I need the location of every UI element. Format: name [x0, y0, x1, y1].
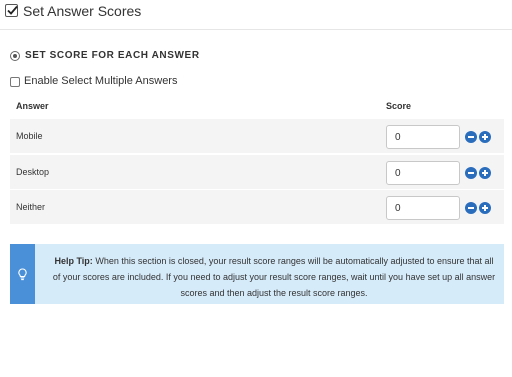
- help-tip: Help Tip: When this section is closed, y…: [10, 244, 504, 304]
- score-input[interactable]: [386, 196, 460, 220]
- help-tip-body: When this section is closed, your result…: [52, 256, 496, 298]
- section-title: Set Answer Scores: [23, 3, 142, 19]
- lightbulb-icon: [18, 268, 27, 281]
- increment-score-button[interactable]: [479, 131, 491, 143]
- decrement-score-button[interactable]: [465, 202, 477, 214]
- section-checkbox[interactable]: [5, 4, 18, 17]
- answer-row: Neither: [10, 190, 504, 224]
- increment-score-button[interactable]: [479, 202, 491, 214]
- score-mode-radio[interactable]: [10, 51, 20, 61]
- answer-label: Neither: [16, 202, 46, 212]
- score-mode-label: SET SCORE FOR EACH ANSWER: [25, 50, 200, 61]
- answer-row: Mobile: [10, 119, 504, 153]
- help-tip-text: Help Tip: When this section is closed, y…: [50, 253, 498, 301]
- increment-score-button[interactable]: [479, 167, 491, 179]
- decrement-score-button[interactable]: [465, 131, 477, 143]
- score-input[interactable]: [386, 125, 460, 149]
- help-tip-sidebar: [10, 244, 35, 304]
- answer-column-header: Answer: [16, 101, 49, 111]
- multiple-answers-label: Enable Select Multiple Answers: [24, 75, 178, 87]
- answer-label: Mobile: [16, 131, 43, 141]
- multiple-answers-checkbox[interactable]: [10, 77, 20, 87]
- decrement-score-button[interactable]: [465, 167, 477, 179]
- help-tip-title: Help Tip:: [54, 256, 93, 266]
- score-input[interactable]: [386, 161, 460, 185]
- answer-row: Desktop: [10, 155, 504, 189]
- checkmark-icon: [7, 5, 18, 15]
- answer-label: Desktop: [16, 167, 50, 177]
- section-header: Set Answer Scores: [0, 0, 512, 30]
- score-column-header: Score: [386, 101, 412, 111]
